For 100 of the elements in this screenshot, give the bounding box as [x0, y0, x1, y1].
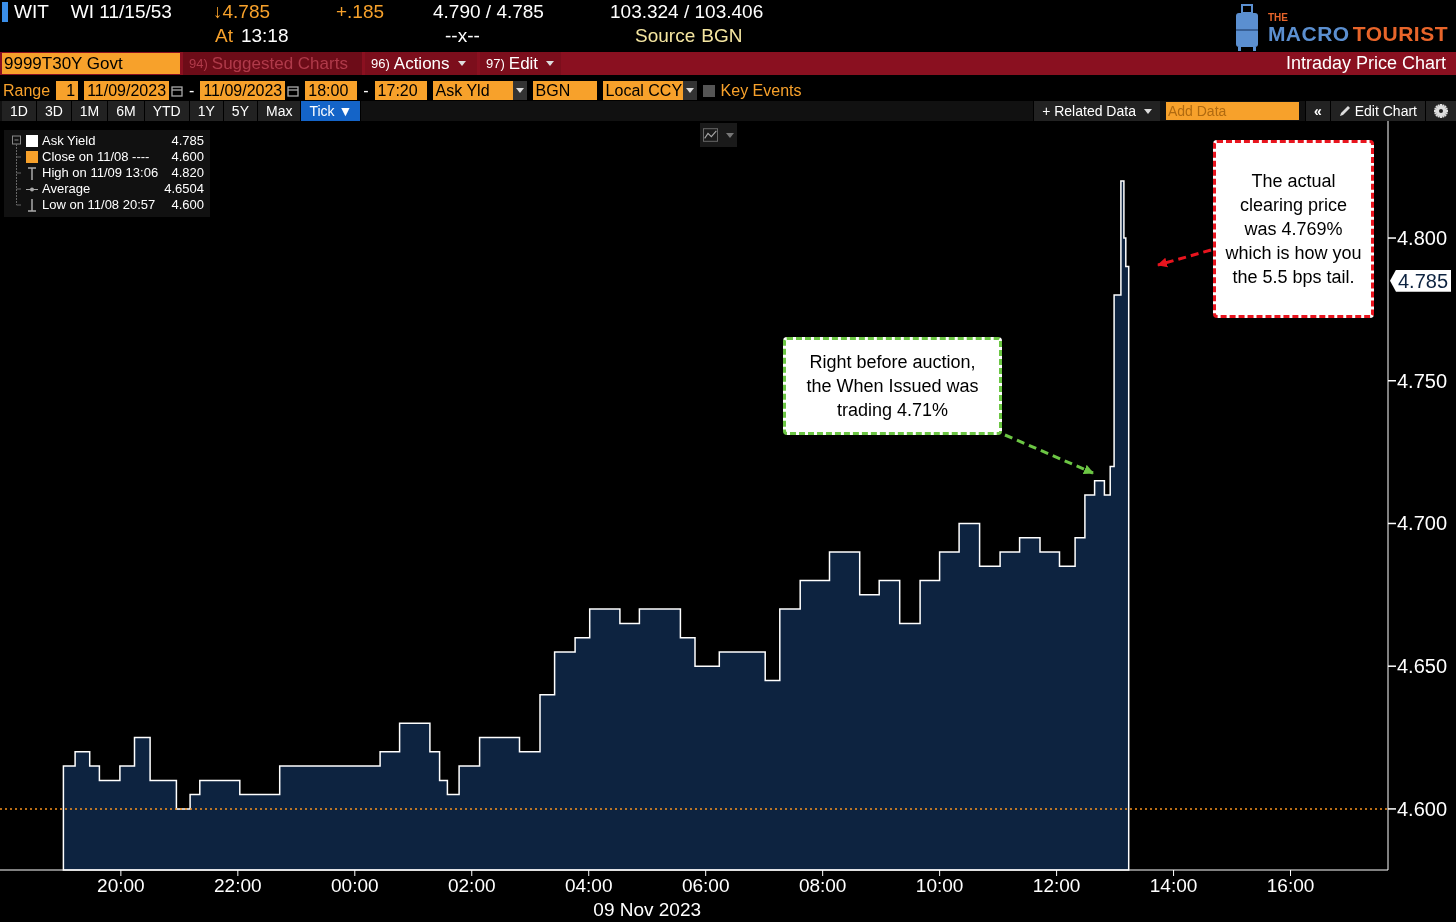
period-tab[interactable]: 1M	[71, 101, 109, 121]
axis-label: 16:00	[1266, 875, 1315, 896]
logo-text: TOURIST	[1352, 22, 1448, 45]
callout-arrow	[1157, 248, 1212, 268]
legend-label: High on 11/09 13:06	[42, 164, 159, 183]
legend-value: 4.820	[171, 164, 204, 183]
axis-label: 02:00	[448, 875, 496, 896]
axis-title: 09 Nov 2023	[593, 899, 702, 920]
period-tab[interactable]: YTD	[144, 101, 190, 121]
security-field[interactable]: 9999T30Y Govt	[2, 53, 180, 74]
legend-value: 4.600	[171, 196, 204, 215]
source-label: Source	[635, 24, 696, 46]
axis-label: 4.700	[1397, 512, 1448, 535]
tick-mark	[939, 869, 941, 877]
axis-label: 22:00	[214, 875, 262, 896]
legend-label: Ask Yield	[42, 132, 96, 151]
ticker-label: WIT	[14, 0, 49, 22]
low-marker-icon	[26, 198, 38, 212]
tick-mark	[1387, 522, 1397, 525]
legend-value: 4.600	[171, 148, 204, 167]
legend-label: Low on 11/08 20:57	[42, 196, 156, 215]
axis-label: 10:00	[915, 875, 964, 896]
tick-mark	[1387, 665, 1397, 667]
range-separator: -	[363, 80, 369, 101]
related-data-button[interactable]: + Related Data	[1033, 101, 1160, 121]
select-field[interactable]: Local CCY	[602, 81, 683, 100]
change-value: +.185	[336, 0, 385, 22]
settings-button[interactable]	[1425, 101, 1456, 121]
checkbox[interactable]	[702, 84, 715, 97]
calendar-icon[interactable]	[287, 84, 300, 97]
source-value: BGN	[701, 24, 743, 46]
tick-mark	[471, 869, 473, 877]
period-tab[interactable]: Tick ▼	[301, 101, 362, 121]
range-label: Range	[3, 80, 51, 101]
edit-chart-button[interactable]: Edit Chart	[1329, 101, 1425, 121]
period-tab[interactable]: 3D	[36, 101, 72, 121]
axis-label: 08:00	[798, 875, 847, 896]
date-field[interactable]: 11/09/2023	[200, 81, 286, 100]
callout-box: Right before auction, the When Issued was trading 4.71%	[783, 337, 1002, 435]
legend-label: Average	[42, 180, 91, 199]
time-field[interactable]: 17:20	[374, 81, 427, 100]
logo-text: THE	[1267, 13, 1289, 23]
axis-label: 4.600	[1397, 797, 1448, 820]
bid-ask-price: 103.324 / 103.406	[610, 0, 764, 24]
tick-mark	[588, 869, 590, 877]
add-data-field[interactable]: Add Data	[1165, 102, 1299, 120]
period-tab[interactable]: 1D	[2, 101, 37, 121]
callout-box: The actual clearing price was 4.769% which is how you the 5.5 bps tail.	[1213, 140, 1374, 318]
legend-value: 4.6504	[164, 180, 204, 199]
axis-label: 14:00	[1149, 875, 1198, 896]
axis-label: 04:00	[564, 875, 613, 896]
chart-type-button[interactable]	[700, 123, 737, 147]
screen-title: Intraday Price Chart	[1285, 52, 1447, 75]
date-field[interactable]: 11/09/2023	[84, 81, 170, 100]
axis-label: 00:00	[331, 875, 379, 896]
security-marker	[2, 2, 8, 22]
tick-mark	[237, 869, 239, 877]
tick-mark	[1056, 869, 1058, 877]
pencil-icon	[1338, 105, 1351, 117]
time-label: At	[215, 24, 233, 46]
tick-mark	[822, 869, 824, 877]
menu-button[interactable]: 96) Actions	[365, 52, 477, 75]
logo-text: MACRO	[1267, 22, 1350, 45]
tick-mark	[1290, 869, 1292, 877]
tick-mark	[1387, 380, 1397, 382]
axis-label: 06:00	[681, 875, 730, 896]
period-tab[interactable]: Max	[257, 101, 302, 121]
axis-label: 20:00	[97, 875, 145, 896]
security-label: WI 11/15/53	[70, 0, 172, 22]
high-marker-icon	[26, 166, 38, 180]
legend-value: 4.785	[171, 132, 204, 151]
range-separator: -	[189, 80, 195, 101]
suitcase-icon	[1233, 4, 1260, 52]
checkbox-label: Key Events	[720, 80, 802, 101]
period-tab[interactable]: 1Y	[189, 101, 224, 121]
number-field[interactable]: 1	[56, 81, 79, 100]
collapse-button[interactable]: «	[1304, 101, 1330, 121]
tick-mark	[1387, 237, 1397, 239]
legend-label: Close on 11/08 ----	[42, 148, 150, 167]
calendar-icon[interactable]	[171, 84, 184, 97]
caret-icon	[726, 132, 734, 138]
axis-label: 12:00	[1032, 875, 1081, 896]
last-yield: ↓4.785	[213, 0, 271, 22]
source-field[interactable]: BGN	[532, 81, 597, 100]
tick-mark	[705, 869, 707, 877]
line-chart-icon	[703, 127, 718, 143]
tick-mark	[120, 869, 122, 877]
period-tab[interactable]: 5Y	[223, 101, 258, 121]
select-field[interactable]: Ask Yld	[432, 81, 513, 100]
caret-icon	[1143, 108, 1152, 114]
time-value: 13:18	[240, 24, 289, 46]
menu-button[interactable]: 97) Edit	[480, 52, 561, 75]
bid-ask-yield: 4.790 / 4.785	[433, 0, 544, 22]
time-field[interactable]: 18:00	[305, 81, 358, 100]
axis-label: 4.750	[1397, 369, 1448, 392]
period-tab[interactable]: 6M	[108, 101, 145, 121]
axis-label: 4.800	[1397, 227, 1448, 250]
size-value: --x--	[445, 24, 480, 46]
axis-label: 4.650	[1397, 655, 1448, 678]
value-tag: 4.785	[1390, 269, 1452, 292]
